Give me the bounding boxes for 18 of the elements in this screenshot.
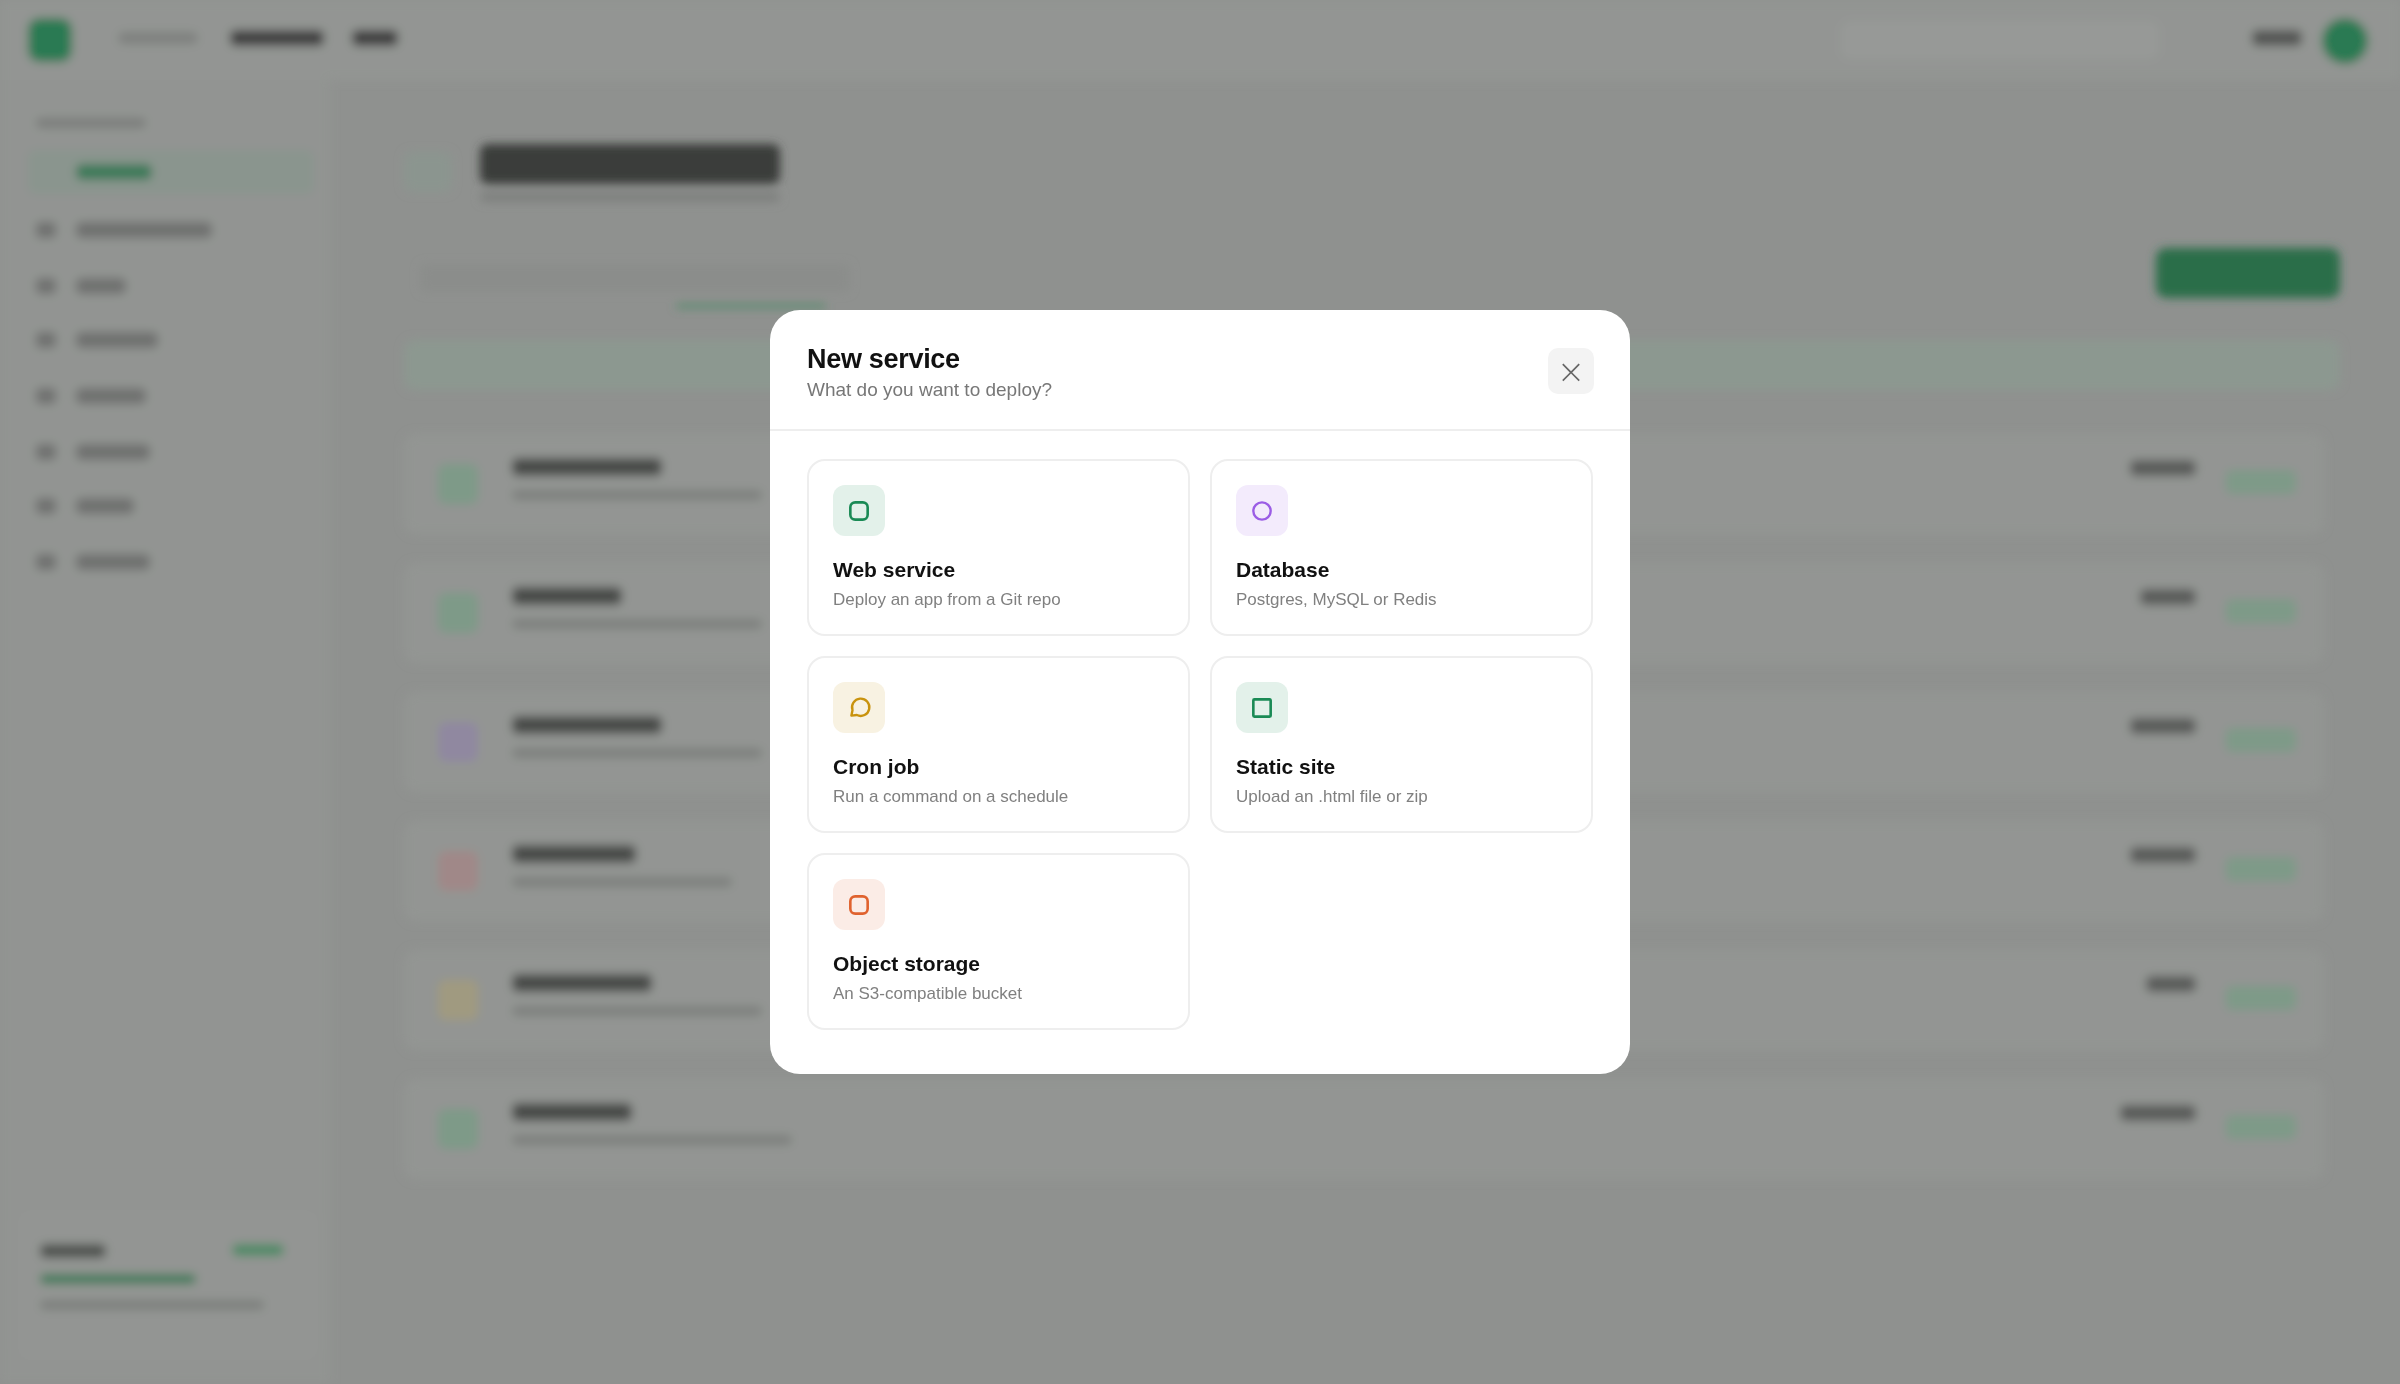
service-option-card[interactable]: Object storage An S3-compatible bucket — [807, 853, 1190, 1030]
close-button[interactable]: × — [1548, 348, 1594, 394]
option-description: Postgres, MySQL or Redis — [1236, 590, 1437, 610]
option-description: Deploy an app from a Git repo — [833, 590, 1061, 610]
option-title: Database — [1236, 558, 1330, 582]
dialog-title: New service — [807, 344, 961, 375]
dialog-subtitle: What do you want to deploy? — [807, 379, 1053, 401]
option-title: Object storage — [833, 952, 981, 976]
service-option-card[interactable]: Database Postgres, MySQL or Redis — [1210, 459, 1593, 636]
option-title: Web service — [833, 558, 956, 582]
service-option-card[interactable]: Static site Upload an .html file or zip — [1210, 656, 1593, 833]
option-description: An S3-compatible bucket — [833, 984, 1022, 1004]
option-title: Cron job — [833, 755, 920, 779]
option-title: Static site — [1236, 755, 1336, 779]
option-description: Upload an .html file or zip — [1236, 787, 1428, 807]
service-option-card[interactable]: Cron job Run a command on a schedule — [807, 656, 1190, 833]
service-option-card[interactable]: Web service Deploy an app from a Git repo — [807, 459, 1190, 636]
option-description: Run a command on a schedule — [833, 787, 1069, 807]
